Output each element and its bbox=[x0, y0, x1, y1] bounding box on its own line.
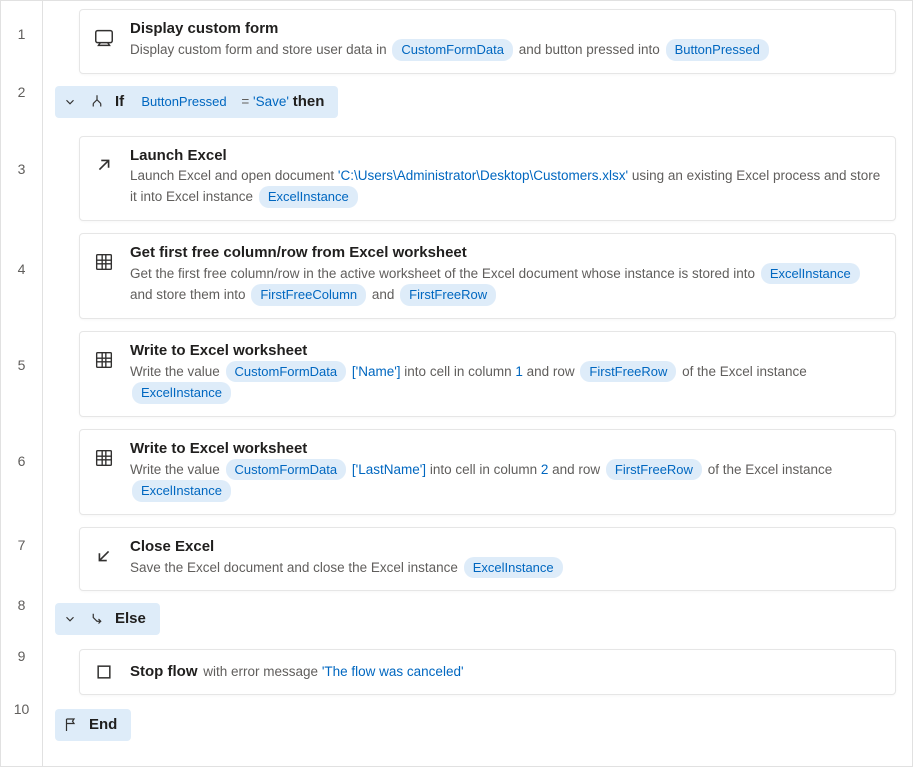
action-description: Display custom form and store user data … bbox=[130, 39, 881, 61]
variable-pill: CustomFormData bbox=[226, 361, 347, 383]
action-write-excel-1[interactable]: Write to Excel worksheet Write the value… bbox=[79, 331, 896, 417]
action-title: Write to Excel worksheet bbox=[130, 342, 881, 359]
line-number: 4 bbox=[1, 221, 42, 317]
action-title: Stop flow bbox=[130, 663, 198, 680]
end-keyword: End bbox=[89, 716, 117, 733]
action-title: Write to Excel worksheet bbox=[130, 440, 881, 457]
flow-editor: 1 2 3 4 5 6 7 8 9 10 Display custom form… bbox=[0, 0, 913, 767]
variable-pill: ExcelInstance bbox=[464, 557, 563, 579]
variable-pill: ButtonPressed bbox=[132, 93, 235, 110]
line-number: 5 bbox=[1, 317, 42, 413]
line-number: 9 bbox=[1, 629, 42, 683]
action-title: Get first free column/row from Excel wor… bbox=[130, 244, 881, 261]
action-description: Write the value CustomFormData ['Name'] … bbox=[130, 361, 881, 404]
end-block[interactable]: End bbox=[55, 709, 896, 741]
action-write-excel-2[interactable]: Write to Excel worksheet Write the value… bbox=[79, 429, 896, 515]
action-display-custom-form[interactable]: Display custom form Display custom form … bbox=[79, 9, 896, 74]
flow-steps: Display custom form Display custom form … bbox=[43, 1, 912, 766]
action-launch-excel[interactable]: Launch Excel Launch Excel and open docum… bbox=[79, 136, 896, 221]
action-title: Close Excel bbox=[130, 538, 881, 555]
excel-icon bbox=[90, 346, 118, 374]
variable-pill: ExcelInstance bbox=[259, 186, 358, 208]
arrow-up-right-icon bbox=[90, 151, 118, 179]
action-description: Launch Excel and open document 'C:\Users… bbox=[130, 166, 881, 208]
flag-icon bbox=[61, 715, 81, 735]
variable-pill: ExcelInstance bbox=[132, 480, 231, 502]
chevron-down-icon[interactable] bbox=[61, 93, 79, 111]
else-block[interactable]: Else bbox=[55, 603, 896, 635]
action-get-first-free[interactable]: Get first free column/row from Excel wor… bbox=[79, 233, 896, 319]
branch-out-icon bbox=[87, 609, 107, 629]
arrow-down-left-icon bbox=[90, 542, 118, 570]
line-number: 1 bbox=[1, 1, 42, 67]
variable-pill: ExcelInstance bbox=[761, 263, 860, 285]
excel-icon bbox=[90, 248, 118, 276]
action-description: Write the value CustomFormData ['LastNam… bbox=[130, 459, 881, 502]
line-number: 10 bbox=[1, 683, 42, 735]
if-block[interactable]: If ButtonPressed = 'Save' then bbox=[55, 86, 896, 118]
stop-icon bbox=[90, 658, 118, 686]
action-title: Display custom form bbox=[130, 20, 881, 37]
else-keyword: Else bbox=[115, 610, 146, 627]
variable-pill: FirstFreeColumn bbox=[251, 284, 366, 306]
form-icon bbox=[90, 24, 118, 52]
variable-pill: CustomFormData bbox=[392, 39, 513, 61]
action-title: Launch Excel bbox=[130, 147, 881, 164]
chevron-down-icon[interactable] bbox=[61, 610, 79, 628]
line-number: 7 bbox=[1, 509, 42, 581]
action-description: with error message 'The flow was cancele… bbox=[203, 664, 463, 679]
line-gutter: 1 2 3 4 5 6 7 8 9 10 bbox=[1, 1, 43, 766]
variable-pill: FirstFreeRow bbox=[580, 361, 676, 383]
variable-pill: FirstFreeRow bbox=[606, 459, 702, 481]
variable-pill: FirstFreeRow bbox=[400, 284, 496, 306]
action-description: Save the Excel document and close the Ex… bbox=[130, 557, 881, 579]
branch-icon bbox=[87, 92, 107, 112]
line-number: 8 bbox=[1, 581, 42, 629]
line-number: 3 bbox=[1, 117, 42, 221]
variable-pill: CustomFormData bbox=[226, 459, 347, 481]
line-number: 6 bbox=[1, 413, 42, 509]
line-number: 2 bbox=[1, 67, 42, 117]
then-keyword: then bbox=[293, 93, 325, 110]
action-description: Get the first free column/row in the act… bbox=[130, 263, 881, 306]
variable-pill: ExcelInstance bbox=[132, 382, 231, 404]
if-keyword: If bbox=[115, 93, 128, 110]
excel-icon bbox=[90, 444, 118, 472]
action-stop-flow[interactable]: Stop flow with error message 'The flow w… bbox=[79, 649, 896, 695]
variable-pill: ButtonPressed bbox=[666, 39, 769, 61]
action-close-excel[interactable]: Close Excel Save the Excel document and … bbox=[79, 527, 896, 592]
